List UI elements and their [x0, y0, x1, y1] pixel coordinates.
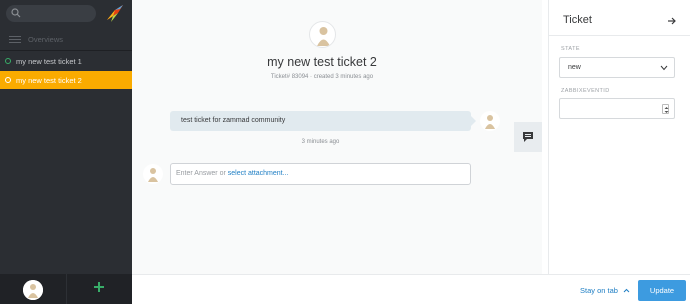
ticket-meta: Ticket# 83094 · created 3 minutes ago: [270, 74, 374, 80]
plus-icon[interactable]: [92, 280, 106, 294]
status-dot-icon: [5, 77, 11, 83]
ticket-title: my new test ticket 1: [16, 56, 82, 66]
zabbix-label: ZABBIXEVENTID: [561, 88, 610, 94]
list-icon: [9, 35, 21, 43]
article-time: 3 minutes ago: [301, 139, 340, 145]
divider: [0, 50, 132, 51]
search-input[interactable]: [6, 5, 96, 22]
select-attachment-link[interactable]: select attachment...: [228, 170, 289, 177]
chevron-down-icon: [660, 65, 668, 71]
arrow-right-icon[interactable]: [667, 16, 677, 26]
panel-title: Ticket: [563, 14, 592, 26]
agent-avatar: [143, 164, 163, 184]
overviews-label: Overviews: [28, 34, 64, 44]
ticket-sidebar: Ticket STATE new ZABBIXEVENTID: [548, 0, 690, 274]
ticket-title: my new test ticket 2: [267, 55, 377, 69]
bottom-bar: Stay on tab Update: [132, 274, 690, 304]
ticket-zoom: my new test ticket 2 Ticket# 83094 · cre…: [132, 0, 542, 274]
reply-input[interactable]: Enter Answer or select attachment...: [170, 163, 471, 185]
reply-placeholder: Enter Answer or: [176, 170, 228, 177]
bubble-tail: [471, 116, 476, 126]
logo-icon: [107, 5, 123, 22]
article-bubble: test ticket for zammad community: [170, 111, 471, 131]
sidebar-toggle-button[interactable]: [514, 122, 542, 152]
sidebar: Overviews my new test ticket 1 my new te…: [0, 0, 132, 304]
divider: [66, 274, 67, 304]
stay-on-tab-label: Stay on tab: [580, 286, 618, 295]
article-avatar[interactable]: [480, 111, 500, 131]
search-icon: [11, 8, 21, 18]
app: Overviews my new test ticket 1 my new te…: [0, 0, 690, 304]
state-select[interactable]: new: [559, 57, 675, 78]
chat-icon: [523, 132, 533, 142]
avatar-figure-icon: [317, 27, 330, 46]
number-spinner-icon[interactable]: [662, 104, 669, 114]
avatar-figure-icon: [148, 168, 158, 182]
divider: [549, 35, 690, 36]
sidebar-footer: [0, 274, 132, 304]
chevron-up-icon: [623, 288, 630, 293]
stay-on-tab-button[interactable]: Stay on tab: [580, 286, 630, 295]
sidebar-ticket-1[interactable]: my new test ticket 1: [0, 52, 132, 70]
avatar-figure-icon: [485, 115, 495, 129]
overviews-link[interactable]: Overviews: [0, 30, 132, 48]
status-dot-icon: [5, 58, 11, 64]
state-label: STATE: [561, 46, 580, 52]
update-button[interactable]: Update: [638, 280, 686, 301]
user-avatar[interactable]: [23, 280, 43, 300]
sidebar-ticket-2[interactable]: my new test ticket 2: [0, 71, 132, 89]
state-value: new: [568, 64, 581, 71]
avatar-figure-icon: [23, 280, 43, 300]
article-text: test ticket for zammad community: [181, 117, 286, 124]
ticket-title: my new test ticket 2: [16, 75, 82, 85]
customer-avatar[interactable]: [309, 21, 336, 48]
zabbix-event-id-field[interactable]: [559, 98, 675, 119]
